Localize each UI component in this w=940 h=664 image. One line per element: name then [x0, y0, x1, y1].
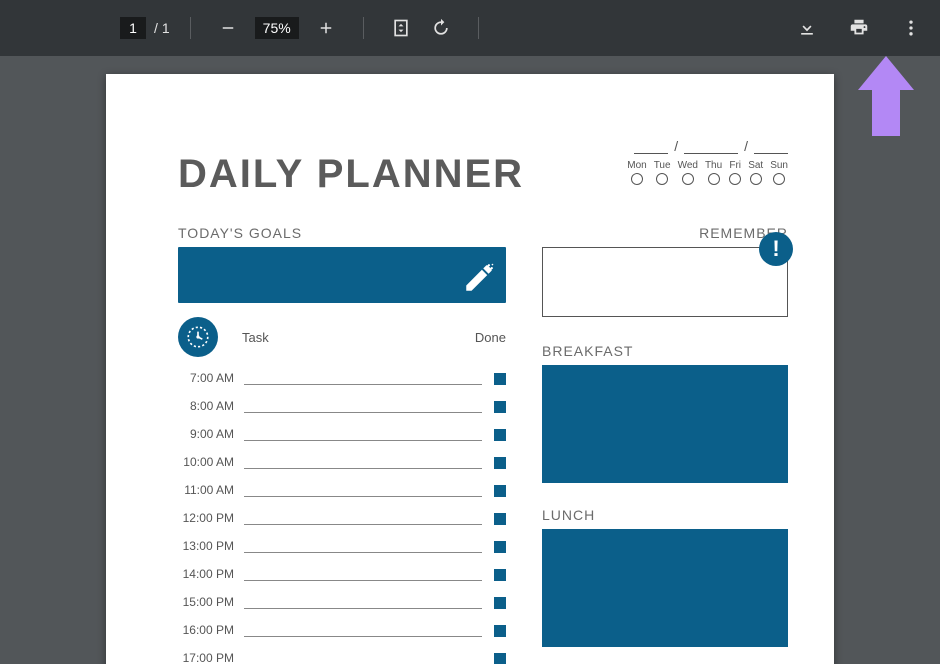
remember-box: ! [542, 247, 788, 317]
day-circle [729, 173, 741, 185]
time-label: 10:00 AM [178, 455, 244, 469]
total-pages: 1 [162, 20, 170, 36]
task-line [244, 373, 482, 385]
toolbar-separator [478, 17, 479, 39]
day-option: Sat [748, 160, 763, 185]
day-circle [708, 173, 720, 185]
time-label: 13:00 PM [178, 539, 244, 553]
zoom-level-input[interactable] [255, 17, 299, 39]
task-row: 16:00 PM [178, 623, 506, 637]
page-title: DAILY PLANNER [178, 152, 524, 197]
day-option: Tue [654, 160, 671, 185]
download-button[interactable] [790, 11, 824, 45]
task-line [244, 597, 482, 609]
task-row: 11:00 AM [178, 483, 506, 497]
toolbar-separator [190, 17, 191, 39]
lunch-label: LUNCH [542, 507, 788, 523]
done-checkbox [494, 429, 506, 441]
fit-page-button[interactable] [384, 11, 418, 45]
day-option: Sun [770, 160, 788, 185]
time-label: 15:00 PM [178, 595, 244, 609]
document-viewport[interactable]: DAILY PLANNER / / MonTueWedThuFriSatSun … [0, 56, 940, 664]
toolbar-separator [363, 17, 364, 39]
time-label: 17:00 PM [178, 651, 244, 664]
clock-icon [178, 317, 218, 357]
time-label: 7:00 AM [178, 371, 244, 385]
breakfast-label: BREAKFAST [542, 343, 788, 359]
day-circle [682, 173, 694, 185]
task-row: 12:00 PM [178, 511, 506, 525]
print-button[interactable] [842, 11, 876, 45]
task-row: 17:00 PM [178, 651, 506, 664]
zoom-in-button[interactable] [309, 11, 343, 45]
time-label: 16:00 PM [178, 623, 244, 637]
day-option: Thu [705, 160, 722, 185]
task-row: 8:00 AM [178, 399, 506, 413]
time-label: 11:00 AM [178, 483, 244, 497]
task-line [244, 429, 482, 441]
done-checkbox [494, 457, 506, 469]
task-row: 14:00 PM [178, 567, 506, 581]
day-label: Thu [705, 160, 722, 171]
day-circle [773, 173, 785, 185]
day-option: Mon [627, 160, 646, 185]
day-label: Tue [654, 160, 671, 171]
done-checkbox [494, 373, 506, 385]
day-label: Sat [748, 160, 763, 171]
pdf-toolbar: / 1 [0, 0, 940, 56]
remember-label: REMEMBER [542, 225, 788, 241]
goals-box [178, 247, 506, 303]
goals-label: TODAY'S GOALS [178, 225, 506, 241]
page-number-input[interactable] [120, 17, 146, 39]
lunch-box [542, 529, 788, 647]
task-line [244, 653, 482, 664]
done-checkbox [494, 653, 506, 664]
more-menu-button[interactable] [894, 11, 928, 45]
time-label: 12:00 PM [178, 511, 244, 525]
task-line [244, 625, 482, 637]
done-checkbox [494, 401, 506, 413]
task-row: 10:00 AM [178, 455, 506, 469]
done-checkbox [494, 597, 506, 609]
day-label: Sun [770, 160, 788, 171]
important-icon: ! [759, 232, 793, 266]
task-line [244, 569, 482, 581]
date-selector: / / MonTueWedThuFriSatSun [627, 138, 788, 185]
done-checkbox [494, 513, 506, 525]
day-option: Fri [729, 160, 741, 185]
time-label: 14:00 PM [178, 567, 244, 581]
day-circle [631, 173, 643, 185]
day-label: Mon [627, 160, 646, 171]
task-row: 15:00 PM [178, 595, 506, 609]
day-option: Wed [678, 160, 698, 185]
day-label: Fri [729, 160, 741, 171]
day-label: Wed [678, 160, 698, 171]
time-label: 8:00 AM [178, 399, 244, 413]
task-line [244, 513, 482, 525]
page-separator: / [154, 20, 158, 36]
zoom-controls [211, 11, 343, 45]
pencil-icon [462, 261, 496, 295]
task-column-header: Task [242, 330, 269, 345]
done-checkbox [494, 485, 506, 497]
task-row: 13:00 PM [178, 539, 506, 553]
document-page: DAILY PLANNER / / MonTueWedThuFriSatSun … [106, 74, 834, 664]
task-line [244, 401, 482, 413]
day-circle [656, 173, 668, 185]
done-column-header: Done [475, 330, 506, 345]
done-checkbox [494, 541, 506, 553]
task-line [244, 485, 482, 497]
done-checkbox [494, 569, 506, 581]
task-row: 7:00 AM [178, 371, 506, 385]
done-checkbox [494, 625, 506, 637]
task-line [244, 541, 482, 553]
rotate-button[interactable] [424, 11, 458, 45]
page-nav: / 1 [120, 17, 170, 39]
task-row: 9:00 AM [178, 427, 506, 441]
zoom-out-button[interactable] [211, 11, 245, 45]
breakfast-box [542, 365, 788, 483]
day-circle [750, 173, 762, 185]
task-line [244, 457, 482, 469]
time-label: 9:00 AM [178, 427, 244, 441]
